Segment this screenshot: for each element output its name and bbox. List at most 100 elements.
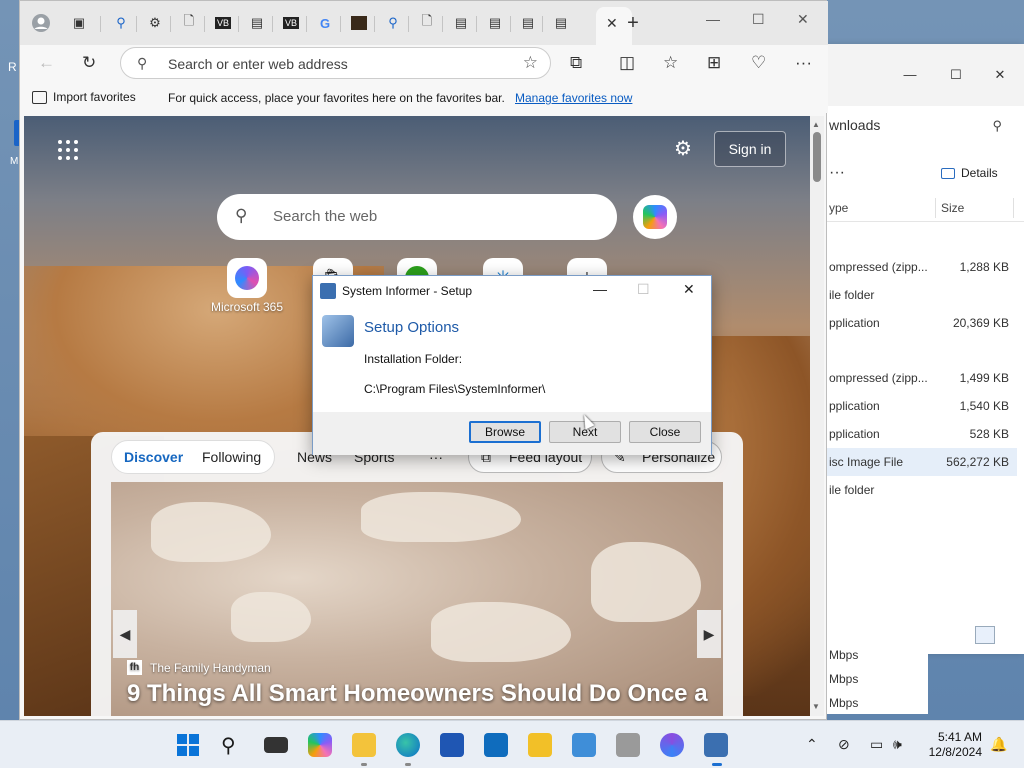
tab-favicon-vb-icon[interactable]: VB [281,13,301,33]
clock[interactable]: 5:41 AM 12/8/2024 [920,730,982,760]
search-icon[interactable]: ⚲ [221,733,245,757]
page-scrollbar[interactable]: ▲ ▼ [810,116,824,716]
refresh-icon[interactable]: ↻ [82,53,96,73]
system-informer-setup-icon[interactable] [704,733,728,757]
tab-favicon-page-icon[interactable]: 🗋 [417,13,437,33]
split-screen-icon[interactable]: ◫ [619,53,635,73]
tab-bar: ▣ ⚲ ⚙ 🗋 VB ▤ VB G ⚲ 🗋 ▤ ▤ ▤ ▤ ✕ + — ☐ ✕ [20,1,828,45]
manage-favorites-link[interactable]: Manage favorites now [515,91,632,105]
tab-favicon-vb-icon[interactable]: VB [213,13,233,33]
dialog-titlebar[interactable]: System Informer - Setup — ☐ ✕ [313,276,711,306]
close-button[interactable]: Close [629,421,701,443]
favorite-star-icon[interactable]: ☆ [523,53,538,73]
store-icon[interactable] [440,733,464,757]
file-row[interactable]: pplication 1,540 KB [827,392,1017,420]
notification-bell-icon[interactable]: 🔔 [990,736,1007,753]
file-row[interactable]: ile folder [827,476,1017,504]
browser-essentials-icon[interactable]: ♡ [751,53,766,73]
scroll-up-icon[interactable]: ▲ [812,120,820,129]
address-bar[interactable]: ⚲ Search or enter web address ☆ [120,47,551,79]
tab-discover[interactable]: Discover [124,449,183,465]
outlook-icon[interactable] [484,733,508,757]
tab-favicon-calc-icon[interactable]: ▤ [485,13,505,33]
desktop-icon-label[interactable]: R [8,60,17,74]
file-row-selected[interactable]: isc Image File 562,272 KB [827,448,1017,476]
profile-icon[interactable] [31,13,51,33]
more-options-icon[interactable]: ··· [795,53,812,73]
file-explorer-icon[interactable] [352,733,376,757]
news-feed: Discover Following News Sports ··· ⧉ Fee… [91,432,743,716]
next-article-button[interactable]: ▶ [697,610,721,658]
chevron-up-icon[interactable]: ⌃ [806,736,818,753]
display-icon[interactable]: ▭ [870,736,883,753]
copilot-icon[interactable] [308,733,332,757]
volume-icon[interactable]: 🕪 [893,736,902,753]
dialog-heading: Setup Options [364,319,460,336]
network-off-icon[interactable]: ⊘ [838,736,850,753]
performance-monitor-icon[interactable] [572,733,596,757]
visual-studio-icon[interactable] [660,733,684,757]
quick-link-microsoft365[interactable] [227,258,267,298]
desktop-icon-label[interactable]: M [10,156,18,167]
back-icon[interactable]: ← [38,53,55,73]
file-size: 1,540 KB [959,399,1009,413]
close-icon[interactable]: ✕ [797,11,809,28]
browse-button[interactable]: Browse [469,421,541,443]
more-options-icon[interactable]: ··· [829,164,845,182]
copilot-button[interactable] [633,195,677,239]
file-row[interactable]: pplication 20,369 KB [827,309,1017,337]
tab-actions-icon[interactable]: ▣ [69,13,89,33]
favorites-icon[interactable]: ☆ [663,53,678,73]
installation-folder-path: C:\Program Files\SystemInformer\ [364,382,546,396]
app-icon[interactable] [616,733,640,757]
minimize-icon[interactable]: — [593,281,607,297]
search-icon[interactable]: ⚲ [992,118,1002,134]
previous-article-button[interactable]: ◀ [113,610,137,658]
tab-favicon-page-icon[interactable]: 🗋 [179,13,199,33]
minimize-icon[interactable]: — [887,64,933,86]
tab-favicon-terminal-icon[interactable] [349,13,369,33]
featured-article[interactable]: ◀ ▶ fh The Family Handyman 9 Things All … [111,482,723,716]
tab-favicon-calc-icon[interactable]: ▤ [551,13,571,33]
maximize-icon[interactable]: ☐ [752,11,765,28]
edge-icon[interactable] [396,733,420,757]
tab-following[interactable]: Following [202,449,261,465]
details-view-icon[interactable] [975,626,995,644]
gear-icon[interactable]: ⚙ [674,136,692,161]
web-search-box[interactable]: ⚲ Search the web [217,194,617,240]
file-row[interactable]: ompressed (zipp... 1,499 KB [827,364,1017,392]
file-row[interactable]: ile folder [827,281,1017,309]
sign-in-button[interactable]: Sign in [714,131,786,167]
tab-favicon-gear-icon[interactable]: ⚙ [145,13,165,33]
details-button[interactable]: Details [941,166,998,180]
minimize-icon[interactable]: — [706,11,720,27]
app-icon[interactable] [528,733,552,757]
collections-icon[interactable]: ⊞ [707,53,721,73]
tab-favicon-search-icon[interactable]: ⚲ [383,13,403,33]
tab-favicon-calc-icon[interactable]: ▤ [247,13,267,33]
tiles-view-icon[interactable] [999,626,1019,644]
import-favorites-label: Import favorites [53,90,136,104]
apps-launcher-icon[interactable] [58,140,78,160]
task-view-icon[interactable] [264,737,288,753]
extensions-icon[interactable]: ⧉ [570,53,582,73]
close-tab-icon[interactable]: ✕ [606,15,618,32]
file-row[interactable]: pplication 528 KB [827,420,1017,448]
start-icon[interactable] [176,733,200,757]
column-size[interactable]: Size [941,201,964,215]
scroll-thumb[interactable] [813,132,821,182]
new-tab-icon[interactable]: + [623,12,643,34]
tab-favicon-calc-icon[interactable]: ▤ [518,13,538,33]
tab-favicon-calc-icon[interactable]: ▤ [451,13,471,33]
scroll-down-icon[interactable]: ▼ [812,702,820,711]
close-icon[interactable]: ✕ [977,64,1023,86]
close-icon[interactable]: ✕ [683,281,695,298]
maximize-icon[interactable]: ☐ [933,64,979,86]
column-type[interactable]: ype [829,201,848,215]
article-headline[interactable]: 9 Things All Smart Homeowners Should Do … [127,680,708,708]
file-row[interactable]: ompressed (zipp... 1,288 KB [827,253,1017,281]
import-favorites-button[interactable]: Import favorites [32,90,136,104]
tab-favicon-search-icon[interactable]: ⚲ [111,13,131,33]
network-speed: Mbps [829,696,859,710]
tab-favicon-google-icon[interactable]: G [315,13,335,33]
